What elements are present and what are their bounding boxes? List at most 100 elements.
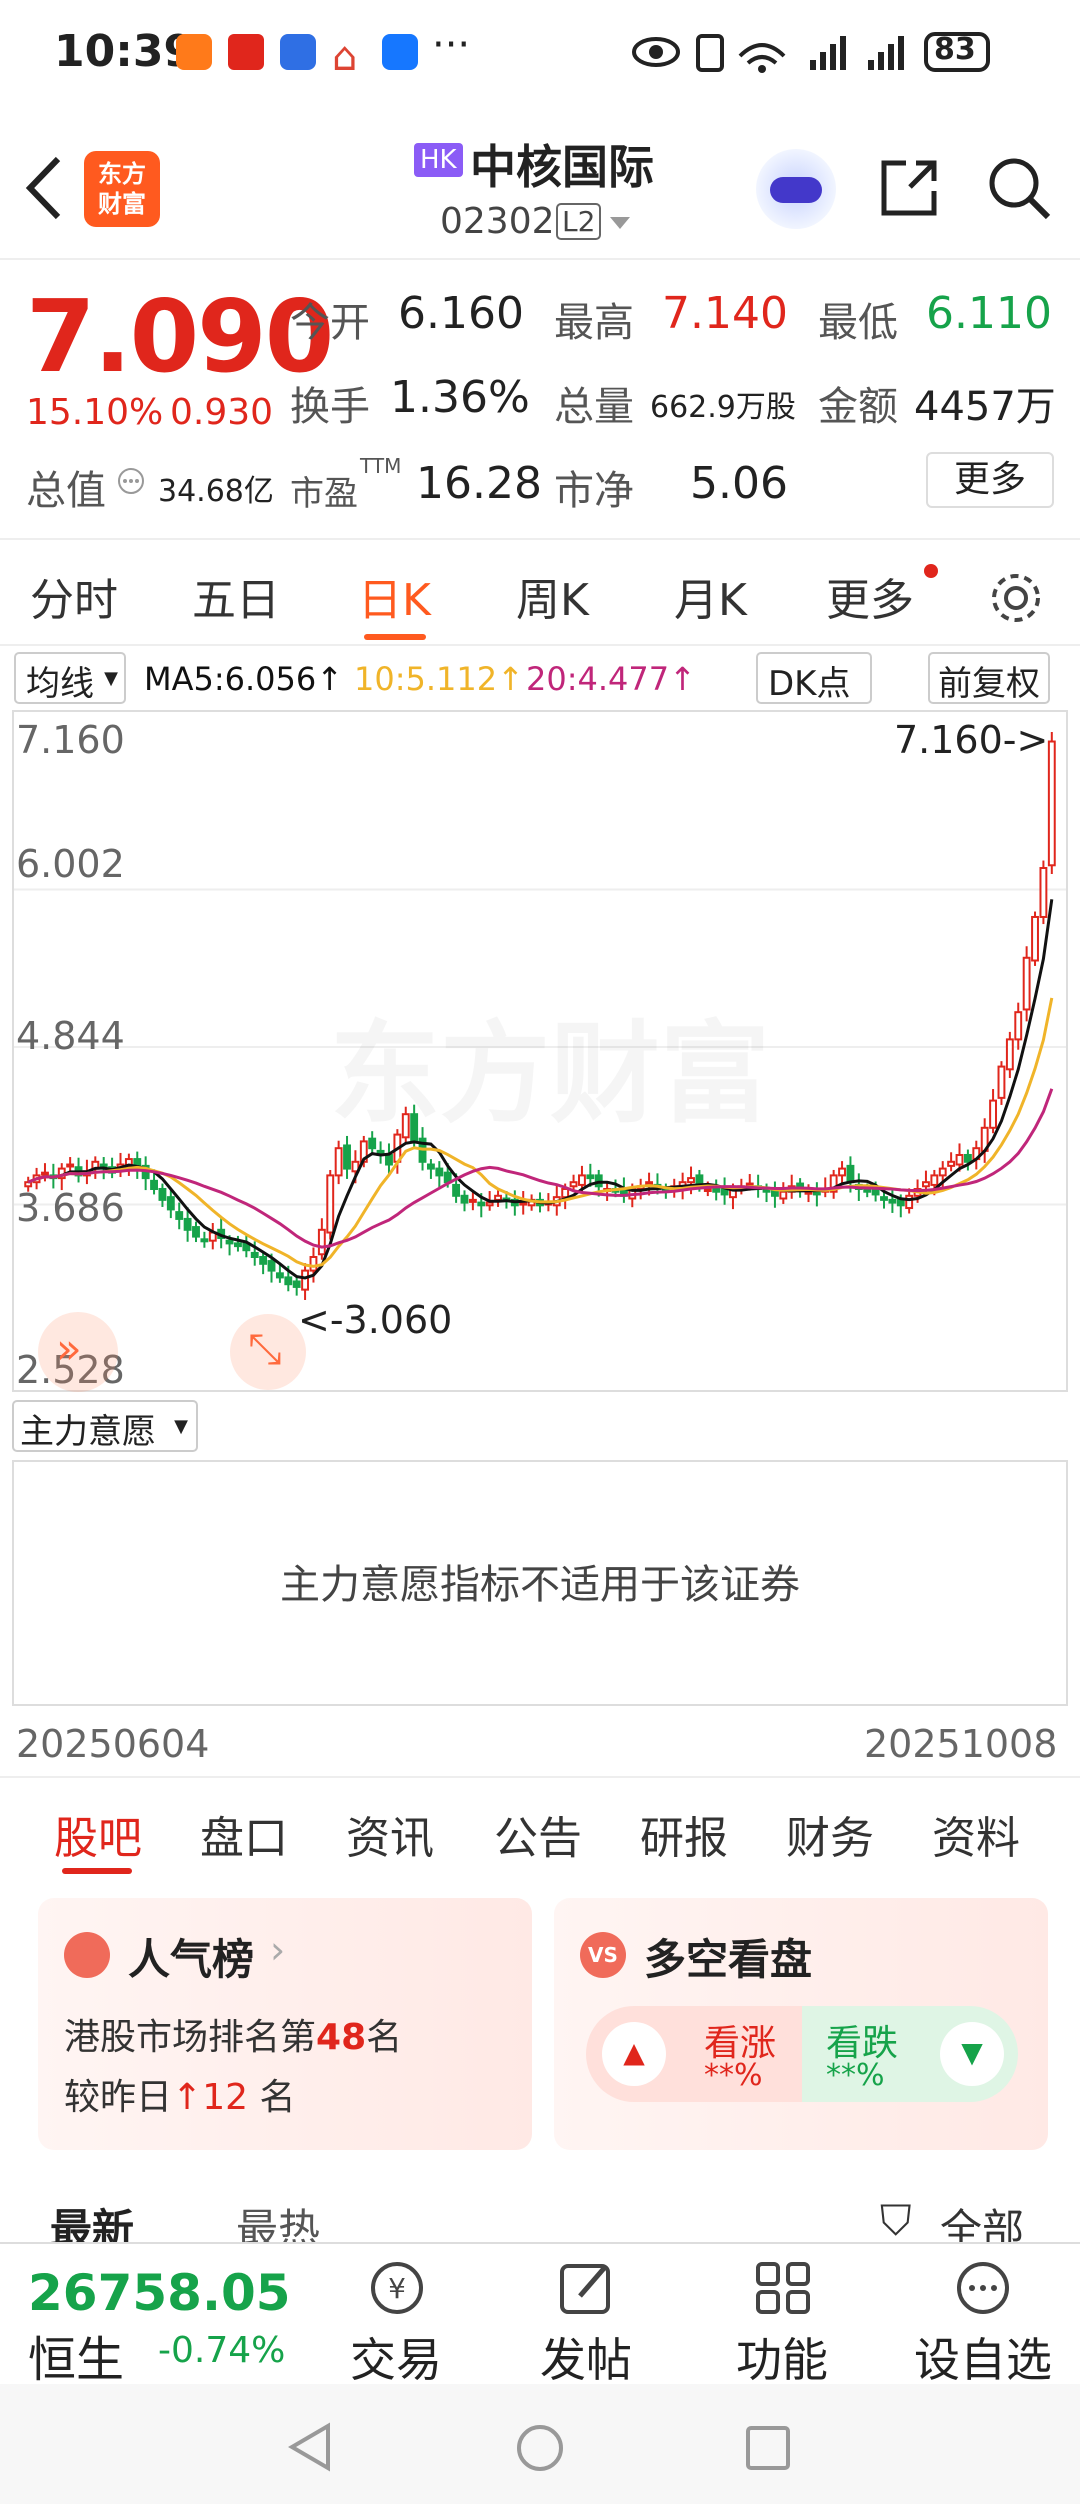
stock-name[interactable]: 中核国际 <box>470 131 654 197</box>
info-icon[interactable] <box>116 466 146 496</box>
tab-guba[interactable]: 股吧 <box>54 1802 142 1866</box>
nav-home-icon[interactable] <box>514 2422 566 2474</box>
candle-body <box>275 1272 284 1279</box>
candle-body <box>150 1179 158 1190</box>
settings-gear-icon[interactable] <box>986 568 1046 628</box>
indicator-box: 主力意愿指标不适用于该证券 <box>12 1460 1068 1706</box>
indicator-select[interactable]: 主力意愿 ▼ <box>12 1400 198 1452</box>
fullscreen-icon[interactable]: ⤡ <box>230 1314 306 1390</box>
nav-back-icon[interactable] <box>286 2422 334 2472</box>
candle-body <box>343 1144 351 1170</box>
popularity-card[interactable]: 人气榜 › 港股市场排名第48名 较昨日↑12 名 <box>38 1898 532 2150</box>
bull-bear-card[interactable]: VS 多空看盘 ▲ 看涨 **% 看跌 **% ▼ <box>554 1898 1048 2150</box>
functions-button[interactable]: 功能 <box>722 2244 842 2387</box>
tab-more[interactable]: 更多 <box>826 564 914 628</box>
indicator-select-label: 主力意愿 <box>20 1412 156 1452</box>
bearish-button[interactable]: 看跌 **% ▼ <box>802 2006 1018 2102</box>
bearish-percent: **% <box>826 2058 885 2093</box>
nav-recents-icon[interactable] <box>744 2424 792 2472</box>
tab-profile[interactable]: 资料 <box>932 1802 1020 1866</box>
pb-label: 市净 <box>554 468 634 514</box>
bullish-button[interactable]: ▲ 看涨 **% <box>586 2006 816 2102</box>
tab-five-day[interactable]: 五日 <box>192 564 280 628</box>
filter-all[interactable]: 全部 <box>940 2196 1024 2242</box>
change-percent: 15.10% <box>26 392 164 433</box>
expand-left-icon[interactable]: » <box>38 1312 118 1392</box>
robot-assistant-icon[interactable] <box>756 149 836 229</box>
candle-body <box>846 1164 855 1184</box>
tab-announcements[interactable]: 公告 <box>494 1802 582 1866</box>
candle-body <box>166 1196 175 1211</box>
candle-body <box>292 1280 301 1288</box>
tab-financials[interactable]: 财务 <box>786 1802 874 1866</box>
dropdown-icon[interactable] <box>608 215 632 231</box>
chart-date-range: 20250604 20251008 <box>0 1712 1080 1776</box>
change-amount: 0.930 <box>170 392 274 433</box>
tab-intraday[interactable]: 分时 <box>30 564 118 628</box>
filter-icon[interactable]: ⛉ <box>880 2196 912 2242</box>
candle-body <box>1047 740 1056 867</box>
more-quote-button[interactable]: 更多 <box>926 452 1054 508</box>
tab-news[interactable]: 资讯 <box>346 1802 434 1866</box>
app-notification-icon <box>176 34 212 70</box>
battery-level: 83 <box>934 32 976 67</box>
sort-latest[interactable]: 最新 <box>50 2196 134 2242</box>
candle-body <box>460 1194 469 1204</box>
candle-body <box>1022 956 1031 1011</box>
candlestick-chart[interactable]: 7.160 6.002 4.844 3.686 2.528 7.160-> <-… <box>12 710 1068 1392</box>
candle-body <box>1005 1038 1014 1071</box>
ma20-value: 20:4.477↑ <box>526 660 696 698</box>
candle-body <box>569 1181 578 1188</box>
market-cap-label: 总值 <box>26 468 106 514</box>
candle-body <box>955 1153 964 1166</box>
candle-body <box>494 1194 502 1201</box>
candle-body <box>175 1211 184 1220</box>
post-button[interactable]: 发帖 <box>526 2244 646 2387</box>
arrow-up-icon: ↑ <box>172 2077 203 2118</box>
adjust-button[interactable]: 前复权 <box>928 652 1050 704</box>
dropdown-icon: ▼ <box>174 1416 188 1437</box>
search-icon[interactable] <box>986 155 1052 221</box>
dropdown-icon: ▼ <box>104 668 118 689</box>
sort-hot[interactable]: 最热 <box>236 2196 320 2242</box>
rank-prefix: 港股市场排名第 <box>64 2017 317 2058</box>
status-icons <box>632 32 990 73</box>
tab-weekly-k[interactable]: 周K <box>516 564 589 628</box>
candle-body <box>930 1174 939 1186</box>
svg-text:¥: ¥ <box>388 2272 406 2305</box>
bank-icon: ⌂ <box>332 34 358 80</box>
candle-body <box>561 1187 570 1199</box>
dk-point-button[interactable]: DK点 <box>756 652 873 704</box>
index-ticker[interactable]: 26758.05 恒生 -0.74% <box>0 2244 320 2388</box>
index-name: 恒生 <box>28 2332 125 2388</box>
system-navigation <box>0 2384 1080 2504</box>
ma-select[interactable]: 均线 ▼ <box>14 652 126 704</box>
candle-body <box>468 1198 477 1203</box>
rank-change-line: 较昨日↑12 名 <box>64 2068 295 2120</box>
rank-change-prefix: 较昨日 <box>64 2077 173 2118</box>
tab-daily-k[interactable]: 日K <box>358 564 431 628</box>
app-logo[interactable]: 东方 财富 <box>84 151 160 227</box>
candle-body <box>905 1194 914 1210</box>
candle-body <box>326 1174 335 1234</box>
candle-body <box>997 1065 1006 1099</box>
candle-body <box>317 1228 326 1256</box>
turnover-value: 1.36% <box>390 372 530 423</box>
alipay-icon <box>382 34 418 70</box>
end-date: 20251008 <box>864 1722 1058 1766</box>
open-label: 今开 <box>290 300 370 346</box>
candle-body <box>158 1187 167 1201</box>
tab-monthly-k[interactable]: 月K <box>674 564 747 628</box>
red-dot-badge <box>924 564 938 578</box>
tab-order-book[interactable]: 盘口 <box>200 1802 288 1866</box>
back-arrow-icon[interactable] <box>20 153 70 223</box>
candle-body <box>703 1187 712 1192</box>
candle-body <box>234 1242 242 1248</box>
candle-body <box>259 1256 268 1265</box>
pe-ttm-superscript: TTM <box>360 454 402 478</box>
trade-button[interactable]: ¥ 交易 <box>336 2244 456 2387</box>
add-watchlist-button[interactable]: 设自选 <box>898 2244 1068 2387</box>
share-icon[interactable] <box>876 155 942 221</box>
candle-body <box>963 1153 972 1163</box>
tab-research[interactable]: 研报 <box>640 1802 728 1866</box>
